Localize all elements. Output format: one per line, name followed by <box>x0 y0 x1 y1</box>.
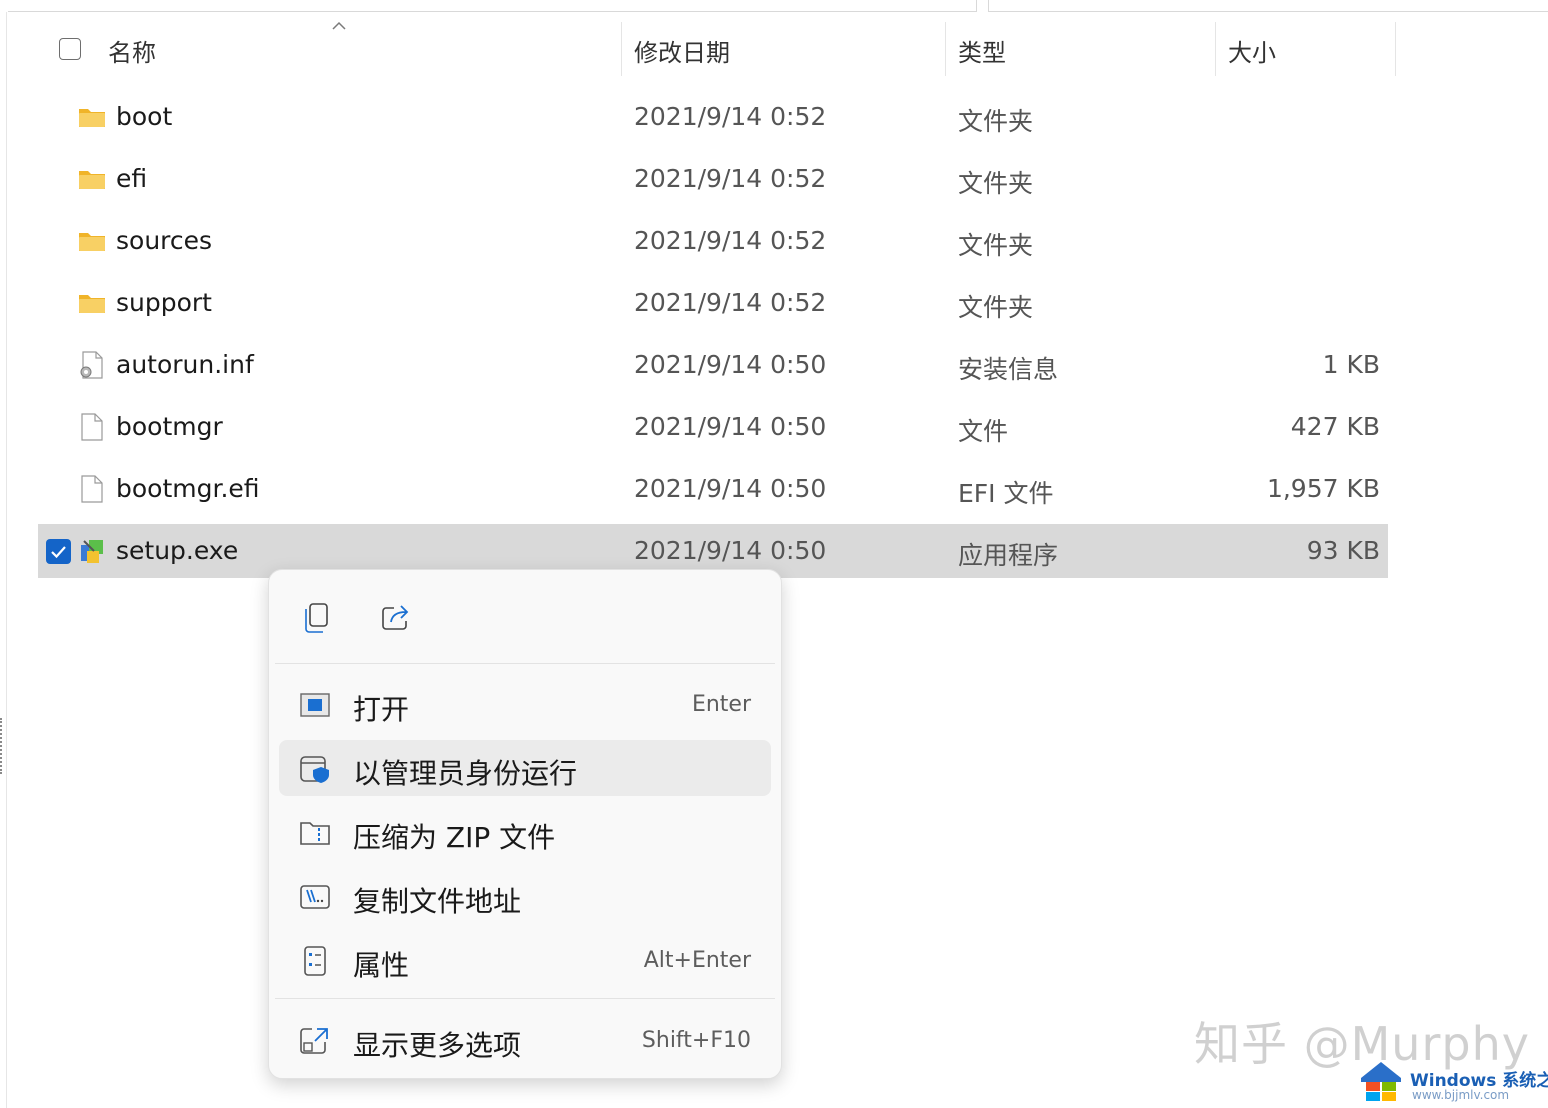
file-date: 2021/9/14 0:52 <box>634 102 827 131</box>
file-date: 2021/9/14 0:52 <box>634 288 827 317</box>
menu-item-copy-path[interactable]: 复制文件地址 <box>279 868 771 924</box>
more-options-icon <box>300 1028 328 1054</box>
properties-icon <box>304 946 326 976</box>
file-name: efi <box>116 164 148 193</box>
file-type: EFI 文件 <box>958 479 1054 508</box>
sort-ascending-icon <box>332 21 346 30</box>
column-separator[interactable] <box>1395 22 1396 76</box>
menu-item-shortcut: Alt+Enter <box>643 948 751 973</box>
preview-pane-edge <box>988 0 1548 12</box>
checkmark-icon <box>51 546 66 559</box>
share-icon <box>382 605 409 630</box>
settings-file-icon <box>80 351 103 379</box>
file-icon <box>81 475 103 503</box>
column-separator[interactable] <box>1215 22 1216 76</box>
file-size: 1 KB <box>1322 350 1380 379</box>
file-date: 2021/9/14 0:52 <box>634 164 827 193</box>
column-modified-date[interactable]: 修改日期 <box>634 33 730 68</box>
folder-icon <box>79 233 105 251</box>
column-name[interactable]: 名称 <box>108 33 156 68</box>
folder-icon <box>79 109 105 127</box>
menu-item-shortcut: Enter <box>691 692 751 717</box>
file-date: 2021/9/14 0:50 <box>634 474 827 503</box>
menu-item-compress-zip[interactable]: 压缩为 ZIP 文件 <box>279 804 771 860</box>
menu-item-label: 属性 <box>353 949 410 982</box>
file-icon <box>81 413 103 441</box>
file-size: 1,957 KB <box>1266 474 1380 503</box>
column-header: 名称 修改日期 类型 大小 <box>0 20 1548 78</box>
file-type: 文件 <box>958 417 1009 446</box>
context-menu: 打开 Enter 以管理员身份运行 压缩为 ZIP 文件 复制文件地址 属性 A… <box>268 569 782 1079</box>
file-type: 应用程序 <box>958 541 1059 570</box>
splitter-handle[interactable] <box>0 718 5 774</box>
menu-item-label: 复制文件地址 <box>353 885 522 918</box>
table-row[interactable]: efi 2021/9/14 0:52 文件夹 <box>38 152 1388 206</box>
nav-pane-border <box>6 12 7 1108</box>
table-row[interactable]: sources 2021/9/14 0:52 文件夹 <box>38 214 1388 268</box>
file-type: 文件夹 <box>958 231 1034 260</box>
file-type: 文件夹 <box>958 293 1034 322</box>
folder-icon <box>79 295 105 313</box>
table-row[interactable]: bootmgr 2021/9/14 0:50 文件 427 KB <box>38 400 1388 454</box>
menu-item-run-as-admin[interactable]: 以管理员身份运行 <box>279 740 771 796</box>
column-size[interactable]: 大小 <box>1228 33 1276 68</box>
menu-item-shortcut: Shift+F10 <box>641 1028 751 1053</box>
file-date: 2021/9/14 0:50 <box>634 350 827 379</box>
menu-item-properties[interactable]: 属性 Alt+Enter <box>279 932 771 988</box>
windows-logo-icon <box>1361 1062 1401 1101</box>
menu-item-show-more-options[interactable]: 显示更多选项 Shift+F10 <box>279 1012 771 1068</box>
table-row[interactable]: boot 2021/9/14 0:52 文件夹 <box>38 90 1388 144</box>
table-row[interactable]: autorun.inf 2021/9/14 0:50 安装信息 1 KB <box>38 338 1388 392</box>
file-date: 2021/9/14 0:52 <box>634 226 827 255</box>
file-type: 文件夹 <box>958 107 1034 136</box>
column-type[interactable]: 类型 <box>958 33 1006 68</box>
menu-item-open[interactable]: 打开 Enter <box>279 676 771 732</box>
table-row[interactable]: bootmgr.efi 2021/9/14 0:50 EFI 文件 1,957 … <box>38 462 1388 516</box>
file-size: 93 KB <box>1306 536 1380 565</box>
menu-divider <box>275 998 775 999</box>
file-date: 2021/9/14 0:50 <box>634 412 827 441</box>
file-name: setup.exe <box>116 536 239 565</box>
file-name: bootmgr.efi <box>116 474 260 503</box>
column-separator[interactable] <box>945 22 946 76</box>
file-name: boot <box>116 102 173 131</box>
file-date: 2021/9/14 0:50 <box>634 536 827 565</box>
file-pane-edge <box>8 0 977 12</box>
column-separator[interactable] <box>621 22 622 76</box>
table-row[interactable]: support 2021/9/14 0:52 文件夹 <box>38 276 1388 330</box>
copy-icon <box>305 603 328 633</box>
share-button[interactable] <box>369 590 423 644</box>
site-watermark: Windows 系统之家 www.bjjmlv.com <box>1358 1058 1548 1108</box>
menu-item-label: 压缩为 ZIP 文件 <box>353 821 556 854</box>
menu-item-label: 打开 <box>353 693 410 726</box>
pane-top-edge <box>0 0 1548 12</box>
zip-folder-icon <box>300 822 330 845</box>
folder-icon <box>79 171 105 189</box>
file-name: bootmgr <box>116 412 223 441</box>
open-window-icon <box>300 693 330 717</box>
file-type: 安装信息 <box>958 355 1059 384</box>
menu-divider <box>275 663 775 664</box>
file-size: 427 KB <box>1290 412 1380 441</box>
setup-exe-icon <box>81 540 103 563</box>
menu-item-label: 显示更多选项 <box>353 1029 522 1062</box>
row-checkbox-checked[interactable] <box>46 539 71 564</box>
copy-button[interactable] <box>289 590 343 644</box>
admin-shield-icon <box>300 756 329 783</box>
menu-item-label: 以管理员身份运行 <box>353 757 578 790</box>
select-all-checkbox[interactable] <box>59 38 81 60</box>
site-url: www.bjjmlv.com <box>1412 1088 1510 1102</box>
file-name: autorun.inf <box>116 350 254 379</box>
file-name: sources <box>116 226 213 255</box>
copy-path-icon <box>300 885 330 909</box>
file-name: support <box>116 288 212 317</box>
file-type: 文件夹 <box>958 169 1034 198</box>
